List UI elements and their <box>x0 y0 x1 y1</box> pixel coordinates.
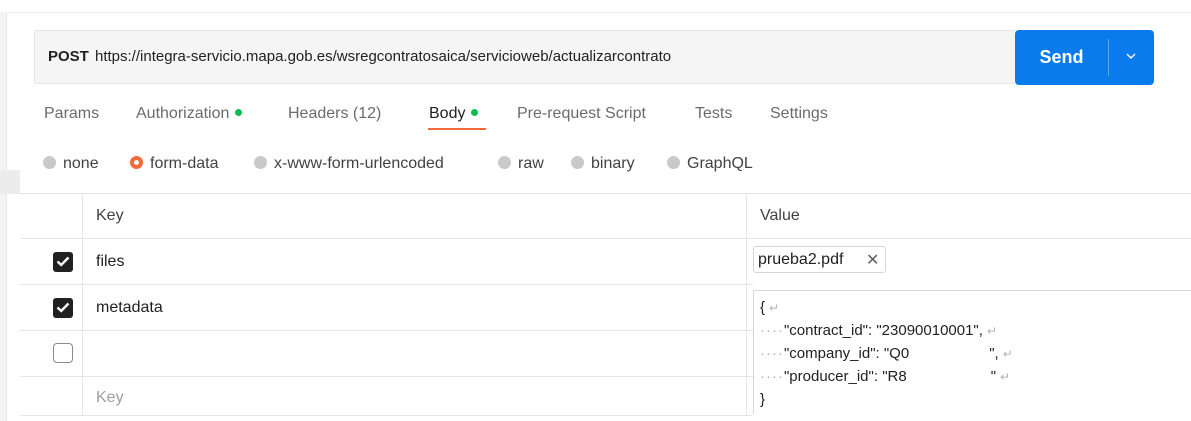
radio-label: form-data <box>150 155 219 172</box>
tab-params[interactable]: Params <box>44 105 99 123</box>
tab-label: Body <box>429 105 466 122</box>
json-text: "producer_id": "R8 <box>783 368 907 385</box>
send-options-button[interactable] <box>1109 30 1154 85</box>
newline-icon: ↵ <box>769 301 780 315</box>
table-border <box>20 415 753 416</box>
file-chip[interactable]: prueba2.pdf ✕ <box>753 246 886 273</box>
json-text: "contract_id": "23090010001", <box>783 322 983 339</box>
radio-circle <box>571 156 584 169</box>
newline-icon: ↵ <box>986 324 997 338</box>
status-dot <box>471 109 479 116</box>
row-checkbox-empty[interactable] <box>53 343 73 363</box>
request-url-bar[interactable]: POST https://integra-servicio.mapa.gob.e… <box>34 30 1004 84</box>
whitespace-dots: ···· <box>760 368 784 385</box>
tab-tests[interactable]: Tests <box>695 105 732 123</box>
new-key-placeholder[interactable]: Key <box>96 389 124 407</box>
radio-circle <box>667 156 680 169</box>
newline-icon: ↵ <box>1002 347 1013 361</box>
status-dot <box>235 109 243 116</box>
metadata-value-editor[interactable]: {↵ ····"contract_id": "23090010001", ↵ ··… <box>753 290 1191 414</box>
redacted-value <box>909 345 990 362</box>
radio-circle <box>498 156 511 169</box>
row-checkbox-files[interactable] <box>53 252 73 272</box>
column-header-value: Value <box>760 207 800 224</box>
tab-label: Headers (12) <box>288 105 382 122</box>
window-top-strip <box>0 0 1191 13</box>
tab-authorization[interactable]: Authorization <box>136 105 243 123</box>
json-text: "company_id": "Q0 <box>783 345 910 362</box>
url-input[interactable]: https://integra-servicio.mapa.gob.es/wsr… <box>95 48 671 65</box>
tab-pre-request-script[interactable]: Pre-request Script <box>517 105 646 123</box>
send-button[interactable]: Send <box>1015 30 1154 85</box>
table-border <box>20 284 753 285</box>
table-border <box>82 193 83 415</box>
row-checkbox-metadata[interactable] <box>53 298 73 318</box>
table-border <box>20 330 753 331</box>
json-line: {↵ <box>760 299 779 316</box>
table-border <box>20 193 1191 194</box>
key-cell-files[interactable]: files <box>96 253 124 271</box>
radio-binary[interactable]: binary <box>571 155 635 173</box>
radio-label: binary <box>591 155 635 172</box>
radio-label: GraphQL <box>687 155 753 172</box>
json-line: ····"contract_id": "23090010001", ↵ <box>760 322 997 339</box>
left-panel-band <box>0 170 20 194</box>
json-text: " <box>990 368 997 385</box>
key-cell-metadata[interactable]: metadata <box>96 299 163 317</box>
radio-circle <box>43 156 56 169</box>
whitespace-dots: ···· <box>760 345 784 362</box>
radio-x-www-form-urlencoded[interactable]: x-www-form-urlencoded <box>254 155 444 173</box>
left-panel-edge <box>0 12 7 421</box>
tab-label: Pre-request Script <box>517 105 646 122</box>
json-text: { <box>760 299 766 316</box>
close-icon[interactable]: ✕ <box>866 250 879 270</box>
checkmark-icon <box>56 302 70 313</box>
file-name: prueba2.pdf <box>758 251 844 268</box>
radio-form-data[interactable]: form-data <box>130 155 218 173</box>
send-button-label: Send <box>1039 47 1084 67</box>
column-header-key: Key <box>96 207 124 224</box>
whitespace-dots: ···· <box>760 322 784 339</box>
table-border <box>20 376 753 377</box>
radio-label: none <box>63 155 99 172</box>
newline-icon: ↵ <box>1000 370 1011 384</box>
json-line: ····"producer_id": "R8 " ↵ <box>760 368 1010 385</box>
radio-label: raw <box>518 155 544 172</box>
active-tab-underline <box>428 128 486 130</box>
tab-headers[interactable]: Headers (12) <box>288 105 381 123</box>
radio-none[interactable]: none <box>43 155 99 173</box>
radio-graphql[interactable]: GraphQL <box>667 155 753 173</box>
tab-label: Settings <box>770 105 828 122</box>
table-border <box>746 193 747 415</box>
radio-raw[interactable]: raw <box>498 155 544 173</box>
redaction-mask <box>405 313 485 329</box>
json-text: } <box>760 391 766 408</box>
radio-circle <box>254 156 267 169</box>
url-bar-end <box>1004 30 1015 84</box>
tab-label: Authorization <box>136 105 230 122</box>
radio-circle-selected <box>130 156 143 169</box>
tab-label: Tests <box>695 105 733 122</box>
json-text: ", <box>989 345 999 362</box>
table-border <box>20 238 1191 239</box>
radio-label: x-www-form-urlencoded <box>274 155 444 172</box>
redacted-value <box>906 368 991 385</box>
json-line: ····"company_id": "Q0 ", ↵ <box>760 345 1013 362</box>
json-line: } <box>760 391 765 408</box>
tab-settings[interactable]: Settings <box>770 105 828 123</box>
method-selector[interactable]: POST <box>48 48 94 65</box>
checkmark-icon <box>56 256 70 267</box>
tab-label: Params <box>44 105 100 122</box>
chevron-down-icon <box>1126 53 1136 59</box>
tab-body[interactable]: Body <box>429 105 479 123</box>
